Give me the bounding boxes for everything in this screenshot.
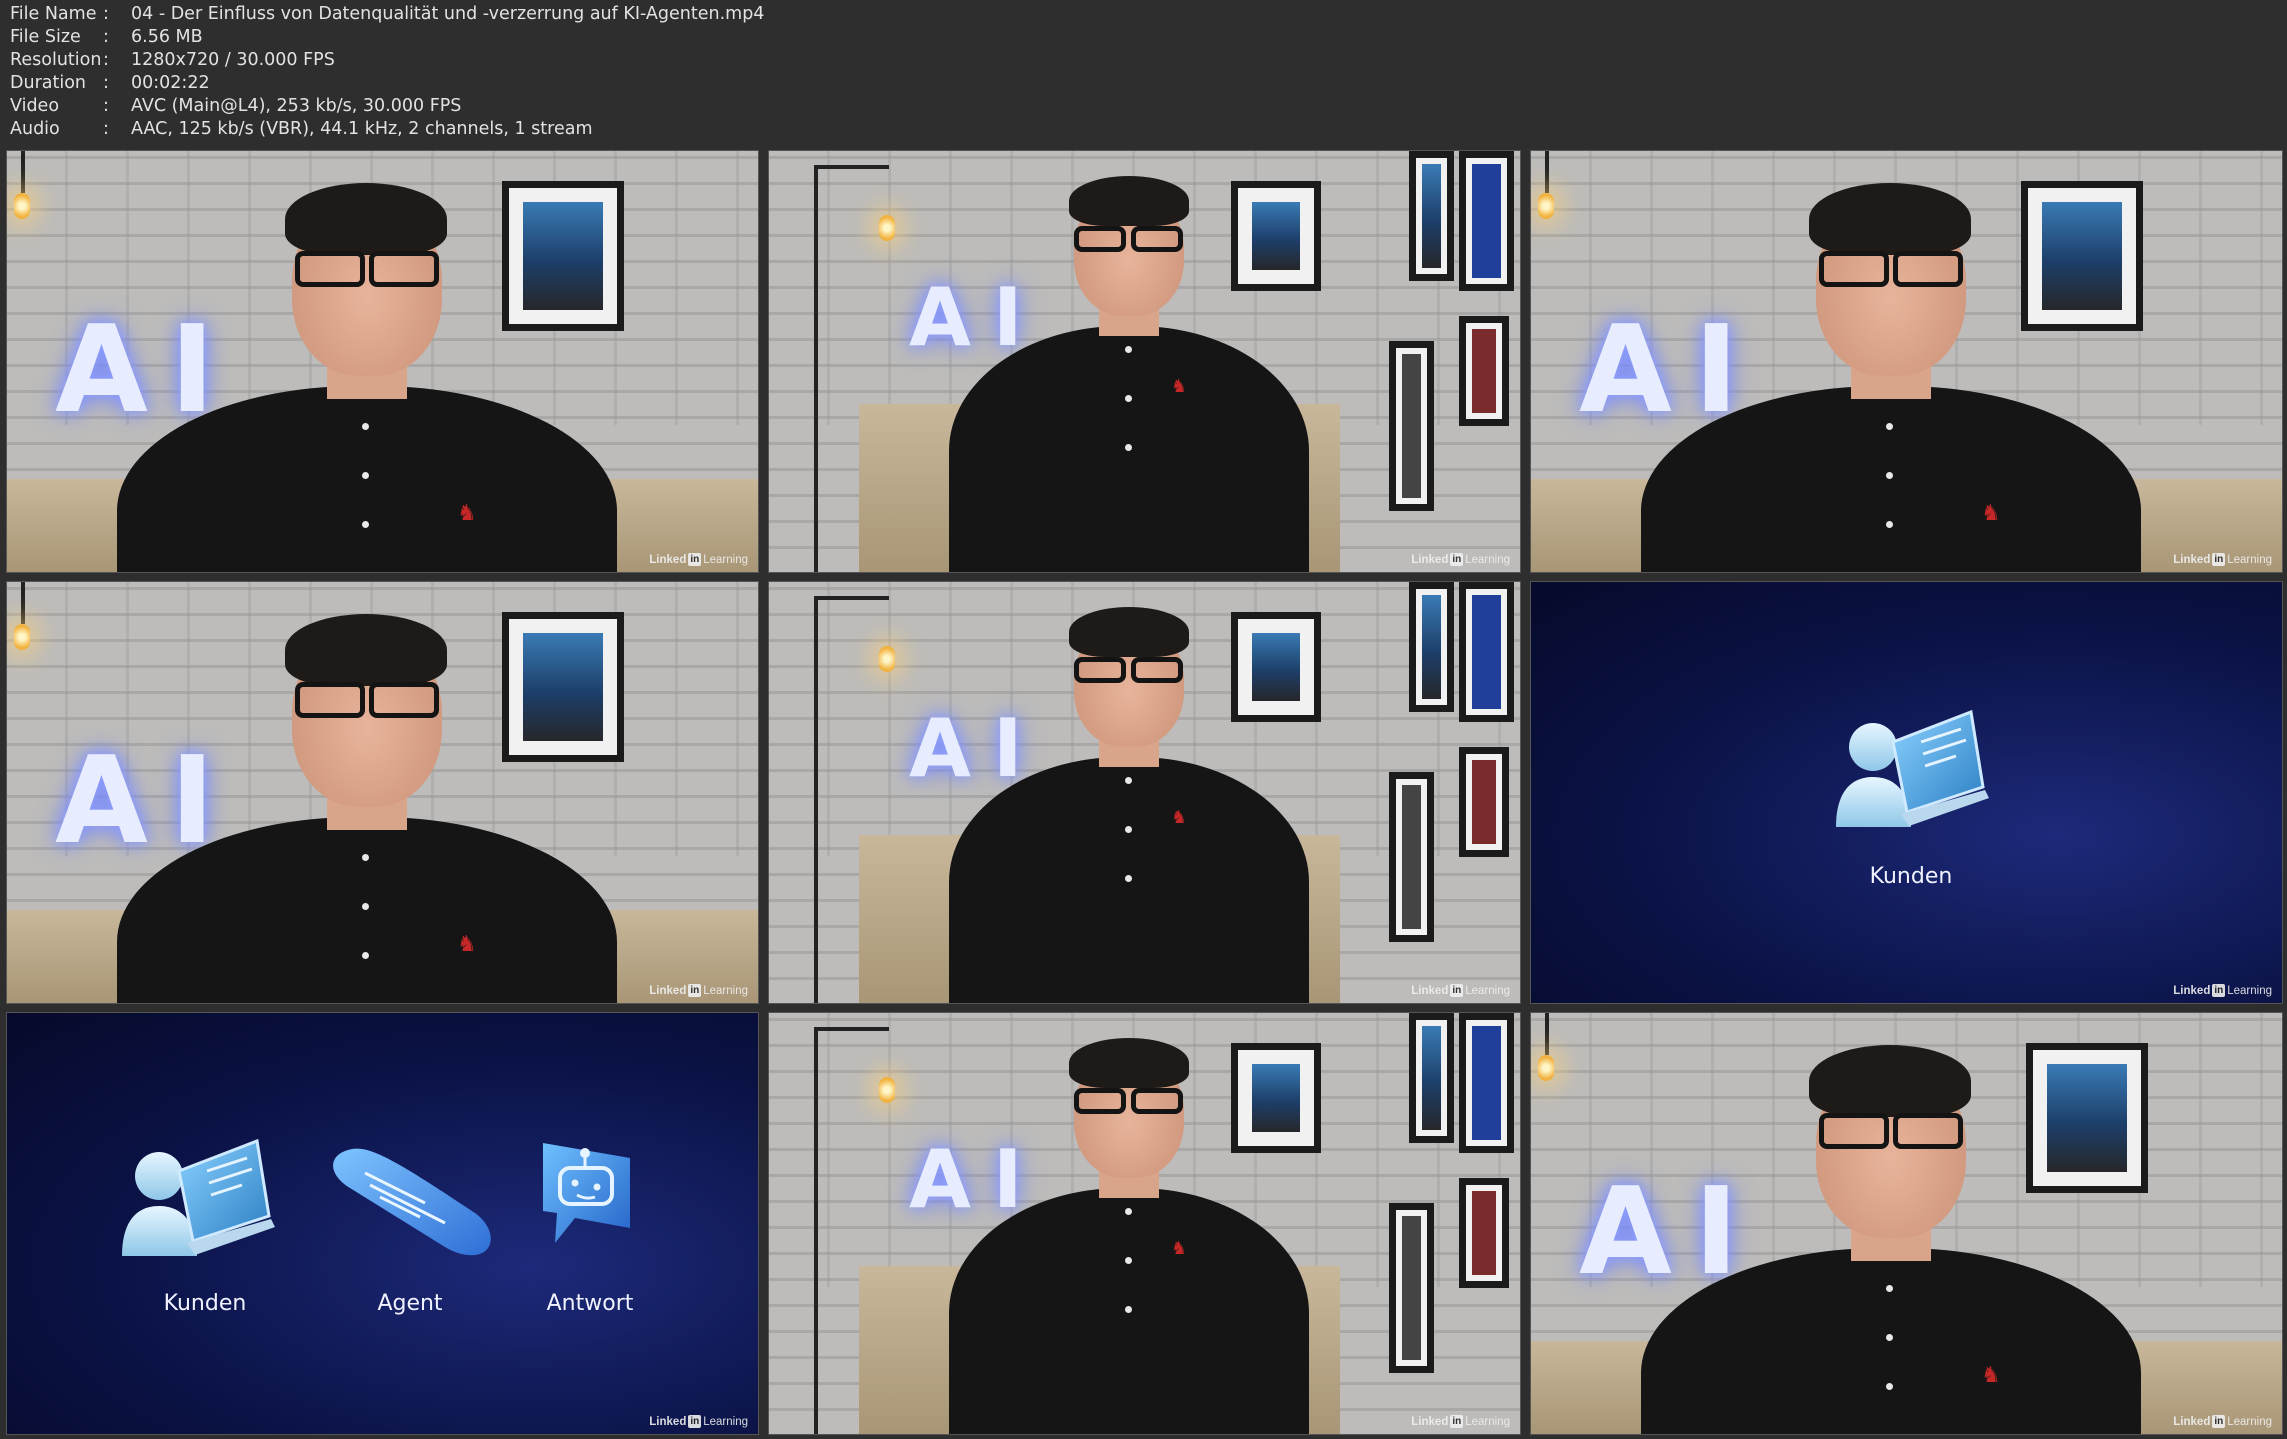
info-separator: : [103, 50, 109, 70]
presenter: ♞ [949, 1038, 1309, 1434]
info-row-filesize: File Size: 6.56 MB [10, 26, 764, 49]
wall-frame [1459, 1013, 1514, 1153]
info-value: 04 - Der Einfluss von Datenqualität und … [131, 4, 765, 24]
info-key: Video [10, 96, 60, 116]
shirt-logo-icon: ♞ [1171, 807, 1188, 828]
wall-frame [1459, 747, 1509, 857]
linkedin-learning-watermark: Linked in Learning [649, 553, 748, 566]
info-key: Audio [10, 119, 60, 139]
linkedin-learning-watermark: Linked in Learning [649, 1415, 748, 1428]
slide-label-agent: Agent [377, 1291, 443, 1316]
linkedin-learning-watermark: Linked in Learning [1411, 553, 1510, 566]
info-value: 1280x720 / 30.000 FPS [131, 50, 335, 70]
info-separator: : [103, 27, 109, 47]
wall-frame [1389, 772, 1434, 942]
presenter: ♞ [117, 602, 617, 1003]
info-value: 00:02:22 [131, 73, 210, 93]
slide-label-antwort: Antwort [546, 1291, 634, 1316]
linkedin-learning-watermark: Linked in Learning [2173, 553, 2272, 566]
thumbnail-grid: AI ♞ Linked in Learning AI ♞ Linked in L… [6, 150, 2283, 1435]
linkedin-learning-watermark: Linked in Learning [2173, 984, 2272, 997]
robot-chat-icon [543, 1143, 630, 1243]
presenter: ♞ [1641, 171, 2141, 572]
shirt-logo-icon: ♞ [1171, 376, 1188, 397]
wall-frame [1389, 1203, 1434, 1373]
info-row-audio: Audio: AAC, 125 kb/s (VBR), 44.1 kHz, 2 c… [10, 118, 764, 141]
wall-frame [1459, 316, 1509, 426]
info-separator: : [103, 96, 109, 116]
thumbnail-slide-flow[interactable]: Kunden Agent Antwort Linked in Learning [6, 1012, 759, 1435]
thumbnail-medium-speaker[interactable]: AI ♞ Linked in Learning [768, 1012, 1521, 1435]
presenter: ♞ [1641, 1033, 2141, 1434]
wall-frame [1459, 582, 1514, 722]
shirt-logo-icon: ♞ [457, 932, 477, 957]
wall-frame [1459, 151, 1514, 291]
slide-label-kunden: Kunden [163, 1291, 247, 1316]
info-separator: : [103, 4, 109, 24]
info-row-resolution: Resolution: 1280x720 / 30.000 FPS [10, 49, 764, 72]
info-row-duration: Duration: 00:02:22 [10, 72, 764, 95]
linkedin-learning-watermark: Linked in Learning [1411, 984, 1510, 997]
customer-laptop-icon [122, 1138, 275, 1256]
slide-label-kunden: Kunden [1869, 864, 1953, 889]
info-key: File Size [10, 27, 81, 47]
thumbnail-closeup-speaker[interactable]: AI ♞ Linked in Learning [6, 150, 759, 573]
customer-laptop-icon [1836, 709, 1989, 827]
info-separator: : [103, 119, 109, 139]
wall-frame [1409, 582, 1454, 712]
wall-frame [1389, 341, 1434, 511]
wall-frame [1409, 151, 1454, 281]
thumbnail-closeup-speaker[interactable]: AI ♞ Linked in Learning [1530, 150, 2283, 573]
thumbnail-closeup-speaker[interactable]: AI ♞ Linked in Learning [6, 581, 759, 1004]
presenter: ♞ [949, 176, 1309, 572]
info-key: File Name [10, 4, 97, 24]
info-key: Duration [10, 73, 87, 93]
linkedin-learning-watermark: Linked in Learning [649, 984, 748, 997]
shirt-logo-icon: ♞ [1981, 501, 2001, 526]
shirt-logo-icon: ♞ [457, 501, 477, 526]
info-value: AAC, 125 kb/s (VBR), 44.1 kHz, 2 channel… [131, 119, 593, 139]
chat-bubble-icon [333, 1148, 491, 1256]
linkedin-learning-watermark: Linked in Learning [2173, 1415, 2272, 1428]
info-value: 6.56 MB [131, 27, 203, 47]
thumbnail-closeup-speaker[interactable]: AI ♞ Linked in Learning [1530, 1012, 2283, 1435]
thumbnail-medium-speaker[interactable]: AI ♞ Linked in Learning [768, 150, 1521, 573]
info-separator: : [103, 73, 109, 93]
thumbnail-slide-kunden[interactable]: Kunden Linked in Learning [1530, 581, 2283, 1004]
presenter: ♞ [949, 607, 1309, 1003]
presenter: ♞ [117, 171, 617, 572]
media-info-panel: File Name: 04 - Der Einfluss von Datenqua… [10, 3, 764, 141]
thumbnail-medium-speaker[interactable]: AI ♞ Linked in Learning [768, 581, 1521, 1004]
shirt-logo-icon: ♞ [1171, 1238, 1188, 1259]
linkedin-learning-watermark: Linked in Learning [1411, 1415, 1510, 1428]
wall-frame [1409, 1013, 1454, 1143]
info-value: AVC (Main@L4), 253 kb/s, 30.000 FPS [131, 96, 462, 116]
wall-frame [1459, 1178, 1509, 1288]
info-key: Resolution [10, 50, 102, 70]
info-row-filename: File Name: 04 - Der Einfluss von Datenqua… [10, 3, 764, 26]
shirt-logo-icon: ♞ [1981, 1363, 2001, 1388]
info-row-video: Video: AVC (Main@L4), 253 kb/s, 30.000 FP… [10, 95, 764, 118]
